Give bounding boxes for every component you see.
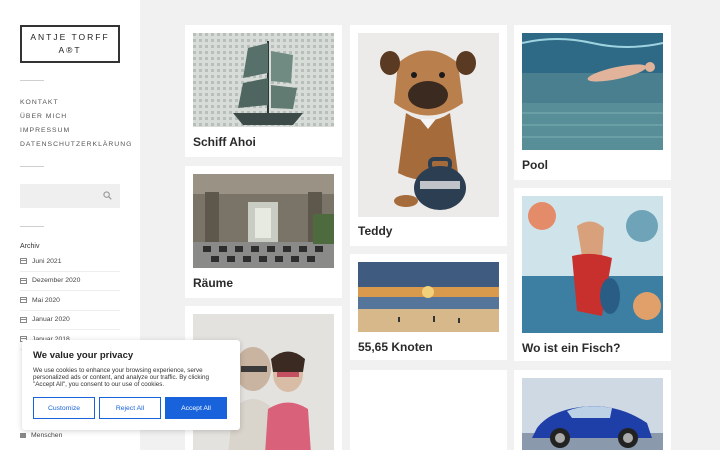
menu-item-kontakt[interactable]: KONTAKT — [20, 96, 132, 110]
post-title[interactable]: Wo ist ein Fisch? — [522, 341, 620, 355]
search-box — [20, 184, 120, 208]
search-input[interactable] — [20, 184, 100, 208]
post-image[interactable] — [358, 33, 499, 217]
archive-item[interactable]: Juni 2021 — [20, 252, 120, 272]
main-menu: KONTAKT ÜBER MICH IMPRESSUM DATENSCHUTZE… — [20, 96, 132, 152]
calendar-icon — [20, 316, 27, 323]
post-card-raeume[interactable]: Räume — [185, 166, 342, 298]
archive-list: Juni 2021 Dezember 2020 Mai 2020 Januar … — [20, 252, 120, 350]
category-label: Menschen — [31, 432, 63, 439]
archive-item[interactable]: Mai 2020 — [20, 291, 120, 311]
archive-item-label: Dezember 2020 — [32, 277, 81, 285]
post-image[interactable] — [193, 174, 334, 268]
archive-item-label: Mai 2020 — [32, 296, 60, 304]
post-title[interactable]: Schiff Ahoi — [193, 135, 256, 149]
post-card-teddy[interactable]: Teddy — [350, 25, 507, 246]
post-card-schiff[interactable]: Schiff Ahoi — [185, 25, 342, 157]
divider — [20, 80, 44, 81]
post-title[interactable]: Pool — [522, 158, 548, 172]
post-image[interactable] — [193, 33, 334, 127]
post-title[interactable]: 55,65 Knoten — [358, 340, 433, 354]
archive-item[interactable]: Januar 2020 — [20, 311, 120, 330]
accept-all-button[interactable]: Accept All — [165, 397, 227, 419]
archive-heading: Archiv — [20, 243, 40, 250]
post-card-knoten[interactable]: 55,65 Knoten — [350, 254, 507, 360]
divider — [20, 166, 44, 167]
logo-line1: ANTJE TORFF — [30, 32, 110, 42]
archive-item[interactable]: Dezember 2020 — [20, 272, 120, 291]
post-image[interactable] — [522, 378, 663, 450]
menu-item-ueber-mich[interactable]: ÜBER MICH — [20, 110, 132, 124]
divider — [20, 226, 44, 227]
cookie-title: We value your privacy — [33, 350, 134, 361]
post-card-fisch[interactable]: Wo ist ein Fisch? — [514, 188, 671, 361]
menu-item-datenschutz[interactable]: DATENSCHUTZERKLÄRUNG — [20, 138, 132, 152]
post-card-empty[interactable] — [350, 370, 507, 450]
post-image[interactable] — [358, 262, 499, 332]
cookie-banner: We value your privacy We use cookies to … — [22, 340, 240, 430]
search-icon[interactable] — [103, 191, 112, 200]
calendar-icon — [20, 258, 27, 265]
calendar-icon — [20, 277, 27, 284]
archive-item-label: Juni 2021 — [32, 257, 62, 265]
logo-line2: A®T — [58, 45, 82, 55]
reject-all-button[interactable]: Reject All — [99, 397, 161, 419]
menu-item-impressum[interactable]: IMPRESSUM — [20, 124, 132, 138]
category-item[interactable]: Menschen — [20, 432, 62, 439]
customize-button[interactable]: Customize — [33, 397, 95, 419]
calendar-icon — [20, 297, 27, 304]
cookie-actions: Customize Reject All Accept All — [33, 397, 227, 419]
post-card-pool[interactable]: Pool — [514, 25, 671, 180]
post-card-porsche[interactable] — [514, 370, 671, 450]
archive-item-label: Januar 2020 — [32, 316, 70, 324]
post-image[interactable] — [522, 33, 663, 150]
cookie-text: We use cookies to enhance your browsing … — [33, 367, 209, 389]
post-title[interactable]: Teddy — [358, 224, 392, 238]
post-image[interactable] — [522, 196, 663, 333]
site-logo[interactable]: ANTJE TORFF A®T — [20, 25, 120, 63]
post-title[interactable]: Räume — [193, 276, 233, 290]
folder-icon — [20, 433, 26, 438]
